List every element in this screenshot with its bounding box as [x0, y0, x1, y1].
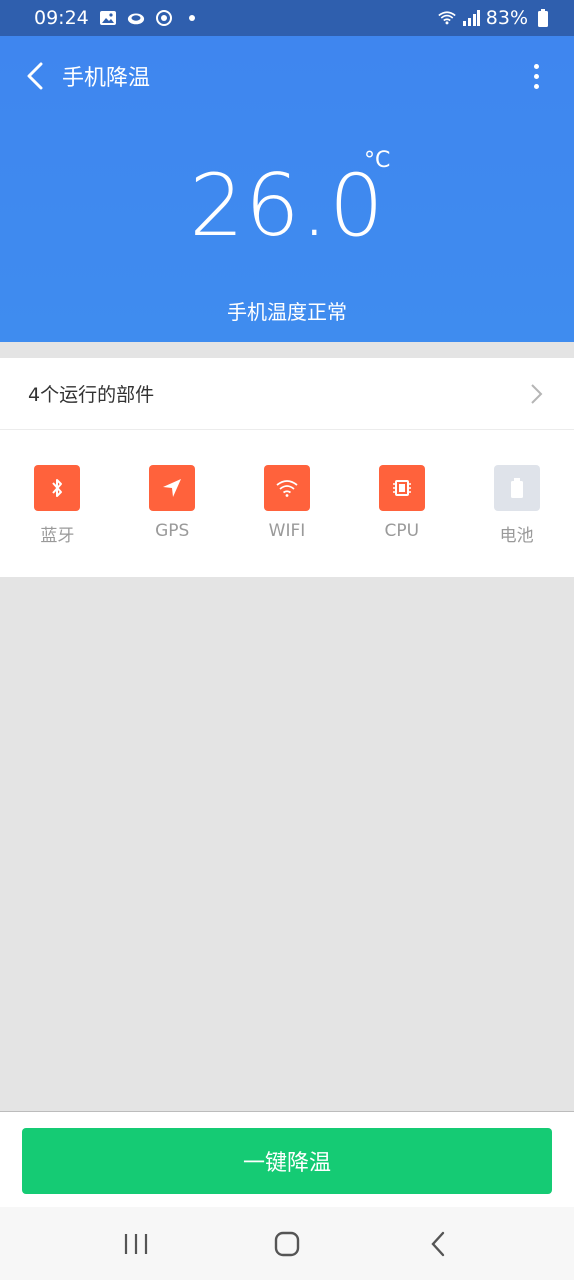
running-components-row[interactable]: 4个运行的部件 — [0, 358, 574, 430]
recent-apps-icon — [124, 1233, 147, 1254]
chevron-right-icon — [531, 383, 543, 404]
components-card: 4个运行的部件 蓝牙 GPS WIFI CPU 电池 — [0, 358, 574, 577]
temperature-status: 手机温度正常 — [227, 300, 347, 324]
cloud-app-icon — [127, 9, 145, 27]
location-arrow-icon — [149, 465, 196, 511]
wifi-signal-icon — [438, 9, 456, 27]
component-bluetooth[interactable]: 蓝牙 — [2, 465, 112, 546]
back-arrow-icon — [431, 1231, 445, 1256]
recent-apps-button[interactable] — [106, 1219, 166, 1269]
status-time: 09:24 — [34, 7, 89, 29]
system-nav-bar — [0, 1207, 574, 1280]
back-button[interactable] — [26, 56, 58, 96]
component-battery[interactable]: 电池 — [462, 465, 572, 546]
chevron-left-icon — [27, 62, 43, 90]
component-gps[interactable]: GPS — [117, 465, 227, 546]
sync-icon — [155, 9, 173, 27]
system-back-button[interactable] — [408, 1219, 468, 1269]
running-components-label: 4个运行的部件 — [28, 384, 155, 406]
temperature-value: 26.0 — [189, 156, 385, 256]
bottom-action-bar: 一键降温 — [0, 1111, 574, 1207]
one-key-cool-button[interactable]: 一键降温 — [22, 1128, 552, 1194]
status-bar: 09:24 83% — [0, 0, 574, 36]
page-title: 手机降温 — [62, 66, 151, 91]
home-button[interactable] — [257, 1219, 317, 1269]
battery-status-icon — [534, 9, 552, 27]
wifi-icon — [263, 465, 310, 511]
bluetooth-icon — [34, 465, 81, 511]
notification-dot — [188, 15, 195, 21]
component-wifi[interactable]: WIFI — [232, 465, 342, 546]
cpu-chip-icon — [378, 465, 425, 511]
component-cpu[interactable]: CPU — [347, 465, 457, 546]
home-icon — [274, 1231, 300, 1256]
battery-percent: 83% — [485, 7, 528, 29]
gallery-icon — [99, 9, 117, 27]
temperature-unit: °C — [364, 148, 391, 173]
battery-icon — [493, 465, 540, 511]
header: 手机降温 26.0 °C 手机温度正常 — [0, 36, 574, 342]
cell-signal-icon — [462, 9, 480, 27]
more-options-button[interactable] — [524, 56, 548, 96]
